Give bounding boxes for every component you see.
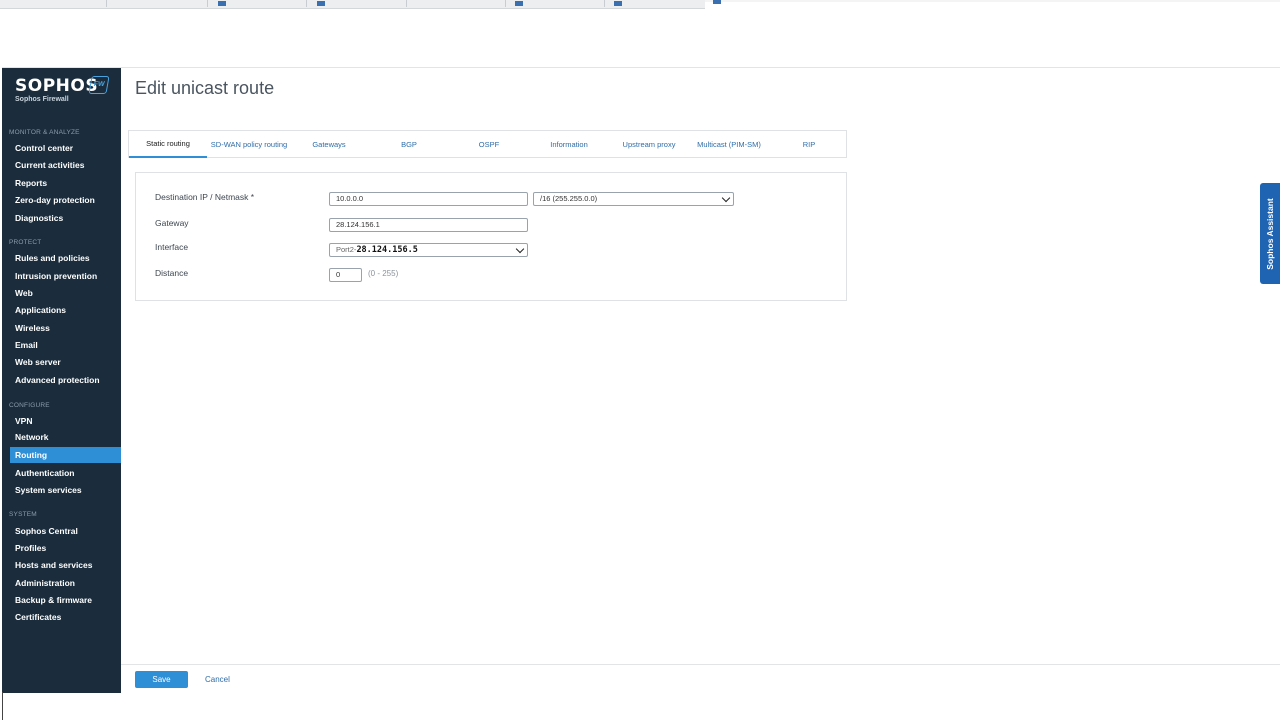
cancel-button[interactable]: Cancel	[205, 671, 230, 688]
sidebar-item-intrusion-prevention[interactable]: Intrusion prevention	[10, 268, 121, 284]
routing-tabs: Static routing SD-WAN policy routing Gat…	[128, 130, 847, 158]
sidebar-item-system-services[interactable]: System services	[10, 482, 121, 498]
destination-ip-input[interactable]: 10.0.0.0	[329, 192, 528, 206]
strip-divider	[604, 0, 605, 7]
nav-section-monitor: MONITOR & ANALYZE	[9, 129, 80, 136]
tab-upstream-proxy[interactable]: Upstream proxy	[609, 131, 689, 158]
sophos-assistant-tab[interactable]: Sophos Assistant	[1260, 183, 1280, 284]
netmask-select[interactable]: /16 (255.255.0.0)	[533, 192, 734, 206]
sidebar-item-network[interactable]: Network	[10, 429, 121, 445]
chevron-down-icon	[721, 193, 731, 203]
tab-ospf[interactable]: OSPF	[449, 131, 529, 158]
sidebar-item-diagnostics[interactable]: Diagnostics	[10, 210, 121, 226]
nav-section-protect: PROTECT	[9, 239, 42, 246]
tab-sd-wan-policy-routing[interactable]: SD-WAN policy routing	[209, 131, 289, 158]
firewall-badge-icon: FW	[88, 76, 110, 94]
static-route-form: Destination IP / Netmask * 10.0.0.0 /16 …	[135, 172, 847, 301]
sidebar-item-web[interactable]: Web	[10, 285, 121, 301]
tab-information[interactable]: Information	[529, 131, 609, 158]
sophos-assistant-label: Sophos Assistant	[1265, 197, 1275, 270]
strip-divider	[106, 0, 107, 7]
nav-section-system: SYSTEM	[9, 511, 37, 518]
interface-prefix: Port2-	[336, 245, 357, 254]
tab-favicon[interactable]	[218, 1, 226, 6]
sophos-logo[interactable]: SOPHOS Sophos Firewall	[15, 77, 98, 103]
tab-favicon[interactable]	[515, 1, 523, 6]
chevron-down-icon	[515, 244, 525, 254]
logo-product-name: Sophos Firewall	[15, 96, 69, 103]
sidebar-item-email[interactable]: Email	[10, 337, 121, 353]
interface-select[interactable]: Port2-28.124.156.5	[329, 243, 528, 257]
save-button[interactable]: Save	[135, 671, 188, 688]
top-tab-strip-right	[705, 0, 1280, 4]
sidebar-item-authentication[interactable]: Authentication	[10, 465, 121, 481]
sidebar-item-profiles[interactable]: Profiles	[10, 540, 121, 556]
tab-favicon[interactable]	[317, 1, 325, 6]
destination-label: Destination IP / Netmask *	[155, 192, 255, 202]
sidebar-item-current-activities[interactable]: Current activities	[10, 157, 121, 173]
sidebar: SOPHOS Sophos Firewall FW MONITOR & ANAL…	[2, 68, 121, 693]
strip-divider	[505, 0, 506, 7]
sidebar-item-reports[interactable]: Reports	[10, 175, 121, 191]
sidebar-item-control-center[interactable]: Control center	[10, 140, 121, 156]
sidebar-item-rules-and-policies[interactable]: Rules and policies	[10, 250, 121, 266]
tab-favicon[interactable]	[614, 1, 622, 6]
sidebar-item-backup-firmware[interactable]: Backup & firmware	[10, 592, 121, 608]
strip-divider	[406, 0, 407, 7]
blank-overlay	[590, 68, 876, 118]
main-content: Edit unicast route Static routing SD-WAN…	[121, 68, 1280, 693]
tab-favicon[interactable]	[713, 0, 721, 4]
distance-range-hint: (0 - 255)	[368, 269, 399, 278]
sidebar-item-vpn[interactable]: VPN	[10, 413, 121, 429]
gateway-input[interactable]: 28.124.156.1	[329, 218, 528, 232]
distance-input[interactable]: 0	[329, 268, 362, 282]
page-title: Edit unicast route	[135, 78, 275, 98]
tab-multicast-pim-sm[interactable]: Multicast (PIM-SM)	[689, 131, 769, 158]
tab-rip[interactable]: RIP	[769, 131, 849, 158]
interface-label: Interface	[155, 242, 189, 252]
sidebar-item-routing[interactable]: Routing	[10, 447, 121, 463]
sidebar-item-hosts-and-services[interactable]: Hosts and services	[10, 557, 121, 573]
distance-label: Distance	[155, 268, 189, 278]
tab-bgp[interactable]: BGP	[369, 131, 449, 158]
sidebar-item-advanced-protection[interactable]: Advanced protection	[10, 372, 121, 388]
logo-wordmark: SOPHOS	[15, 76, 99, 96]
tab-gateways[interactable]: Gateways	[289, 131, 369, 158]
interface-ip: 28.124.156.5	[356, 245, 418, 255]
sidebar-item-sophos-central[interactable]: Sophos Central	[10, 523, 121, 539]
tab-static-routing[interactable]: Static routing	[129, 131, 207, 158]
footer-bar: Save Cancel	[121, 664, 1280, 694]
sidebar-item-applications[interactable]: Applications	[10, 302, 121, 318]
sidebar-item-wireless[interactable]: Wireless	[10, 320, 121, 336]
sidebar-item-administration[interactable]: Administration	[10, 575, 121, 591]
netmask-value: /16 (255.255.0.0)	[540, 194, 598, 203]
strip-divider	[207, 0, 208, 7]
sidebar-item-web-server[interactable]: Web server	[10, 354, 121, 370]
top-tab-strip	[0, 0, 705, 9]
strip-divider	[306, 0, 307, 7]
sidebar-item-zero-day-protection[interactable]: Zero-day protection	[10, 192, 121, 208]
gateway-label: Gateway	[155, 218, 189, 228]
firewall-app: SOPHOS Sophos Firewall FW MONITOR & ANAL…	[2, 67, 1280, 694]
window-edge	[2, 692, 3, 720]
nav-section-configure: CONFIGURE	[9, 402, 50, 409]
sidebar-item-certificates[interactable]: Certificates	[10, 609, 121, 625]
